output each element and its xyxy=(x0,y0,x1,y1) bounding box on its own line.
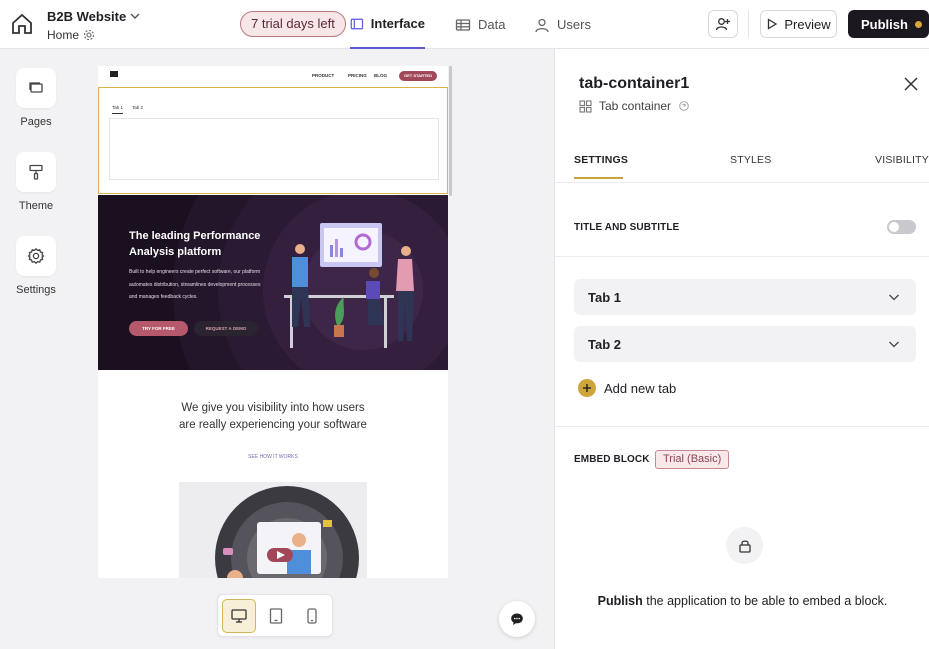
panel-divider xyxy=(555,182,929,183)
canvas-scrollbar[interactable] xyxy=(449,66,452,196)
desktop-view-button[interactable] xyxy=(222,599,256,633)
tab-data[interactable]: Data xyxy=(455,0,505,49)
chat-bubble-icon xyxy=(511,613,523,625)
get-started-button[interactable]: GET STARTED xyxy=(399,71,437,81)
panel-tab-visibility[interactable]: VISIBILITY xyxy=(875,154,929,166)
desktop-icon xyxy=(231,609,247,623)
accordion-tab-2[interactable]: Tab 2 xyxy=(574,326,916,362)
help-icon[interactable] xyxy=(679,101,689,111)
request-demo-button[interactable]: REQUEST A DEMO xyxy=(194,321,258,336)
page-canvas[interactable]: PRODUCT PRICING BLOG GET STARTED Tab 1 T… xyxy=(98,66,448,578)
lock-icon xyxy=(738,539,751,553)
panel-divider xyxy=(555,256,929,257)
device-switcher xyxy=(217,594,333,637)
active-tab-indicator xyxy=(574,177,623,179)
chevron-down-icon[interactable] xyxy=(129,10,141,22)
add-user-icon xyxy=(715,18,730,31)
add-new-tab-label: Add new tab xyxy=(604,380,677,396)
embed-message-rest: the application to be able to embed a bl… xyxy=(642,594,888,608)
publish-label: Publish xyxy=(861,16,908,32)
add-new-tab-button[interactable]: Add new tab xyxy=(578,379,676,397)
panel-tab-styles[interactable]: STYLES xyxy=(730,154,771,166)
subheading-text: We give you visibility into how users ar… xyxy=(179,402,367,431)
publish-status-dot xyxy=(914,20,922,28)
chat-support-button[interactable] xyxy=(499,601,535,637)
page-name[interactable]: Home xyxy=(47,28,79,42)
tab-data-label: Data xyxy=(478,17,506,32)
rail-pages[interactable]: Pages xyxy=(16,68,56,128)
chevron-down-icon xyxy=(889,294,899,301)
preview-label: Preview xyxy=(784,16,831,32)
accordion-tab-1[interactable]: Tab 1 xyxy=(574,279,916,315)
lock-badge xyxy=(726,527,763,564)
tab-users-label: Users xyxy=(557,17,591,32)
mobile-icon xyxy=(307,608,317,624)
gear-icon[interactable] xyxy=(83,29,95,41)
preview-button[interactable]: Preview xyxy=(760,10,837,38)
component-type: Tab container xyxy=(599,99,672,113)
rail-pages-label: Pages xyxy=(20,116,52,128)
try-for-free-button[interactable]: TRY FOR FREE xyxy=(129,321,188,336)
accordion-tab-2-label: Tab 2 xyxy=(588,337,621,352)
title-subtitle-toggle[interactable] xyxy=(887,220,916,234)
accordion-tab-1-label: Tab 1 xyxy=(588,290,621,305)
pages-icon xyxy=(29,82,43,93)
play-icon xyxy=(768,18,778,30)
tab-users[interactable]: Users xyxy=(534,0,591,49)
title-subtitle-label: TITLE AND SUBTITLE xyxy=(574,222,680,233)
panel-tab-settings[interactable]: SETTINGS xyxy=(574,154,628,166)
rail-theme-label: Theme xyxy=(18,200,54,212)
tablet-view-button[interactable] xyxy=(259,599,293,633)
canvas-tab-1[interactable]: Tab 1 xyxy=(112,105,124,114)
embed-message-bold[interactable]: Publish xyxy=(598,594,643,608)
hero-title: The leading Performance Analysis platfor… xyxy=(129,230,261,258)
canvas-tab-2[interactable]: Tab 2 xyxy=(132,105,143,110)
toggle-knob xyxy=(889,222,899,232)
nav-pricing[interactable]: PRICING xyxy=(348,73,367,78)
tab-panel xyxy=(109,118,439,180)
mobile-view-button[interactable] xyxy=(295,599,329,633)
nav-product[interactable]: PRODUCT xyxy=(312,73,334,78)
interface-icon xyxy=(350,18,364,29)
hero-body: Built to help engineers create perfect s… xyxy=(129,269,261,300)
hero-illustration xyxy=(284,223,414,348)
rail-theme[interactable]: Theme xyxy=(16,152,56,212)
video-artwork xyxy=(215,486,359,578)
tab-container-block[interactable]: Tab 1 Tab 2 xyxy=(98,87,448,194)
gear-icon xyxy=(27,247,45,265)
site-navbar: PRODUCT PRICING BLOG GET STARTED xyxy=(98,66,448,86)
trial-days-badge[interactable]: 7 trial days left xyxy=(240,11,346,37)
top-bar: B2B Website Home 7 trial days left Inter… xyxy=(0,0,929,49)
table-icon xyxy=(455,18,471,31)
home-icon[interactable] xyxy=(10,12,34,36)
panel-divider xyxy=(555,426,929,427)
close-icon[interactable] xyxy=(903,76,919,92)
grid-icon xyxy=(579,100,592,113)
site-name[interactable]: B2B Website xyxy=(47,9,126,24)
plus-icon xyxy=(578,379,596,397)
chevron-down-icon xyxy=(889,341,899,348)
tab-interface-label: Interface xyxy=(370,16,425,31)
tablet-icon xyxy=(269,608,283,624)
site-logo[interactable] xyxy=(110,71,118,77)
see-how-it-works-link[interactable]: SEE HOW IT WORKS xyxy=(98,454,448,460)
invite-user-button[interactable] xyxy=(708,10,738,38)
paint-roller-icon xyxy=(29,164,43,180)
rail-settings[interactable]: Settings xyxy=(16,236,56,296)
user-icon xyxy=(535,18,549,32)
properties-panel: tab-container1 Tab container SETTINGS ST… xyxy=(554,49,929,649)
component-title[interactable]: tab-container1 xyxy=(579,75,689,93)
publish-button[interactable]: Publish xyxy=(848,10,929,38)
section-subheading: We give you visibility into how users ar… xyxy=(98,400,448,433)
trial-plan-badge: Trial (Basic) xyxy=(655,450,730,469)
embed-block-label: EMBED BLOCK xyxy=(574,454,650,465)
nav-blog[interactable]: BLOG xyxy=(374,73,387,78)
video-illustration[interactable] xyxy=(179,482,367,578)
hero-section: The leading Performance Analysis platfor… xyxy=(98,195,448,370)
embed-message: Publish the application to be able to em… xyxy=(555,594,929,608)
rail-settings-label: Settings xyxy=(16,284,56,296)
tab-interface[interactable]: Interface xyxy=(350,0,425,49)
toolbar-divider xyxy=(748,10,749,38)
